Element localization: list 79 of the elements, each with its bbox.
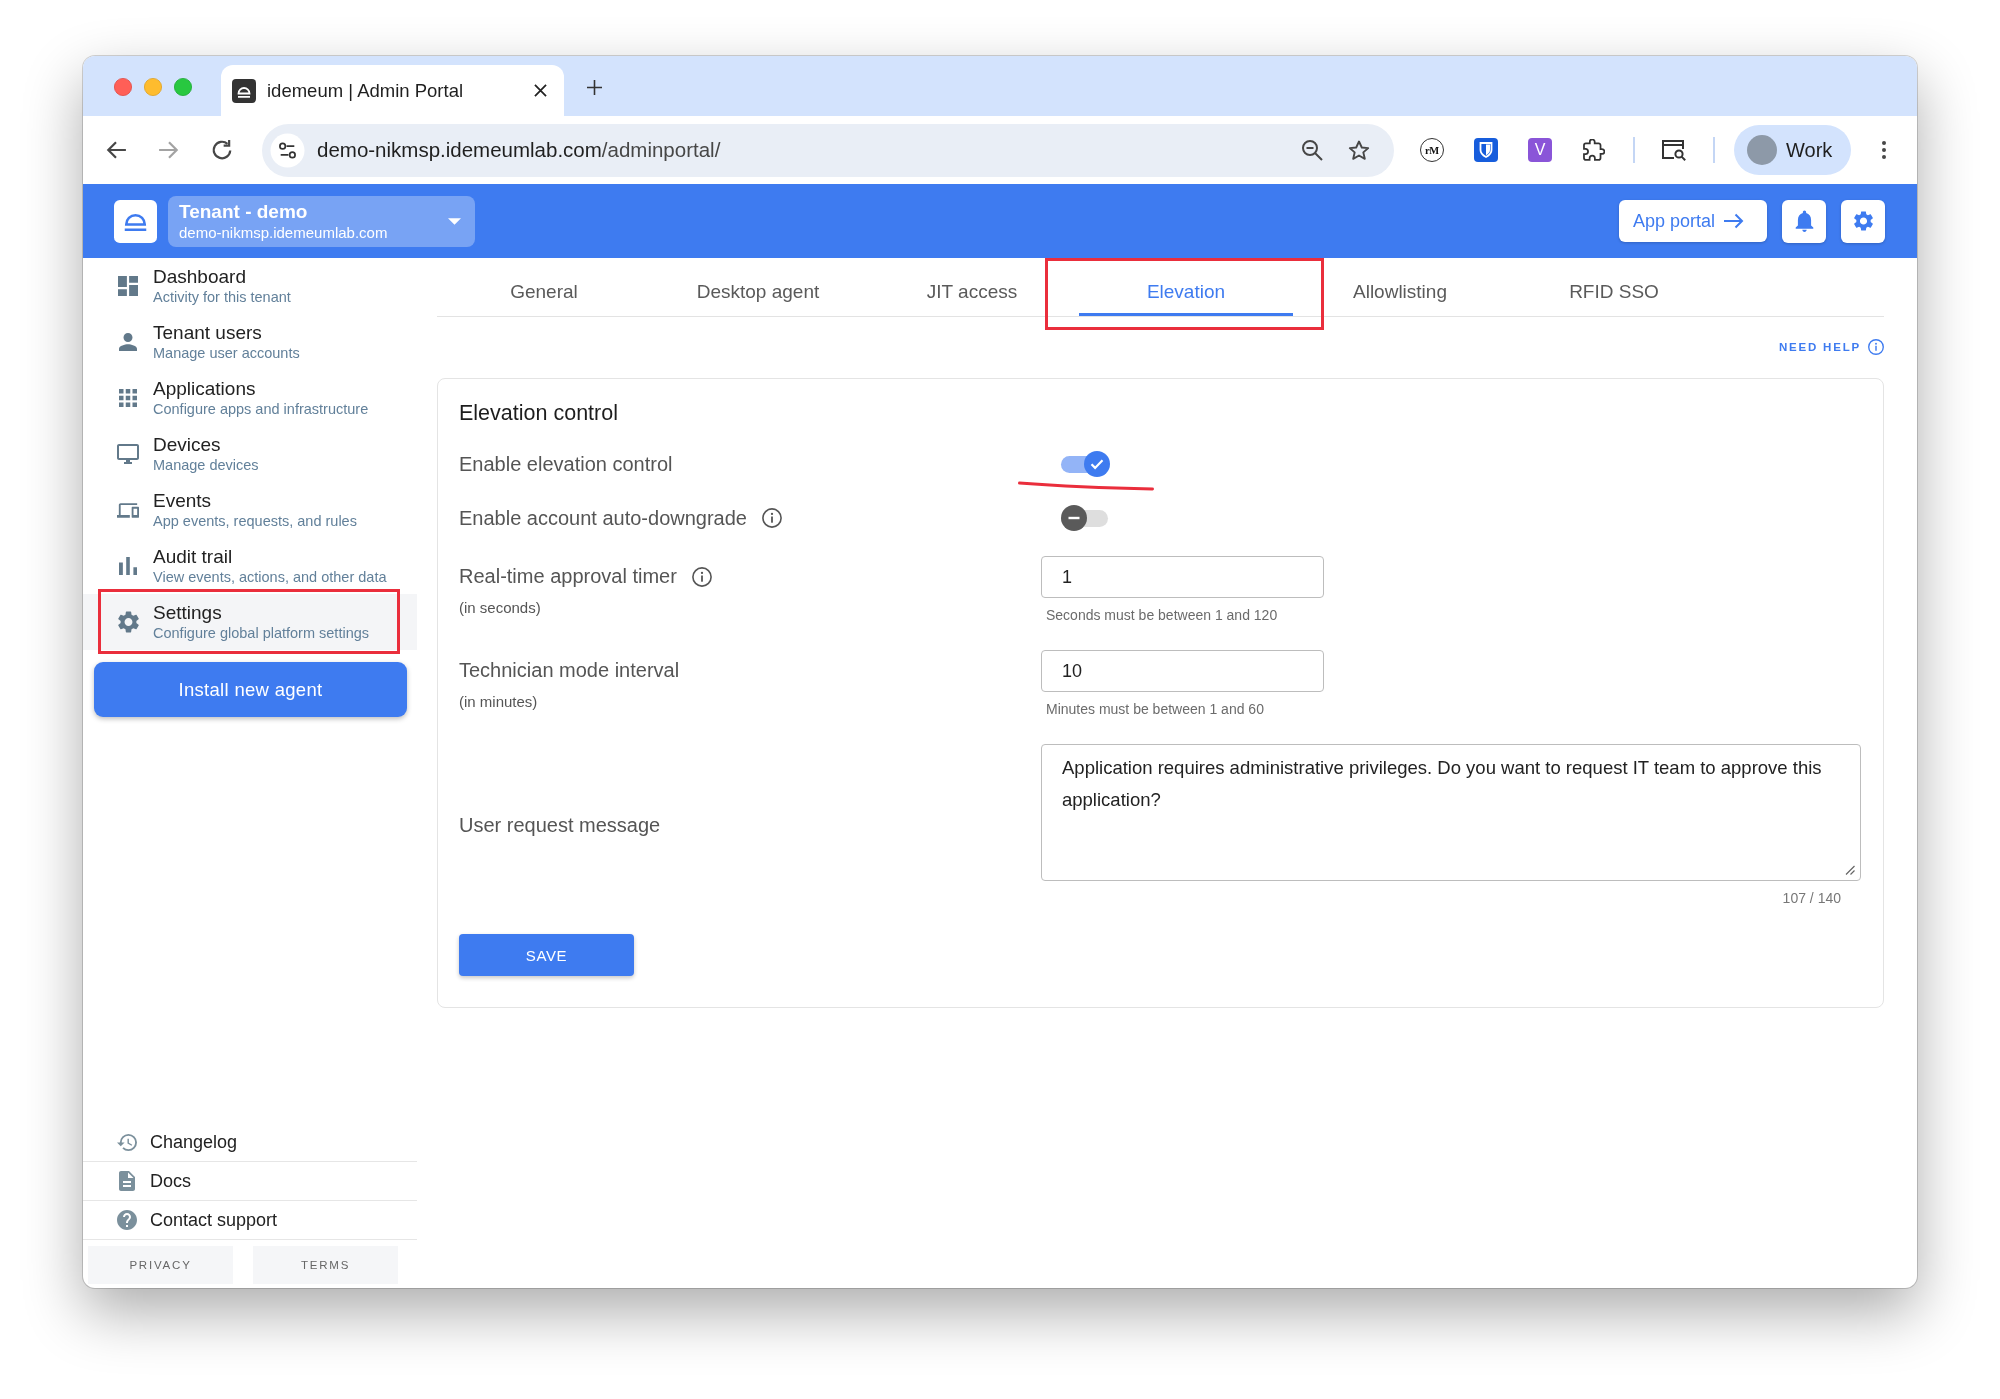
settings-button[interactable] — [1841, 199, 1885, 243]
tab[interactable]: Desktop agent — [651, 268, 865, 316]
sidebar-item[interactable]: Dashboard Activity for this tenant — [83, 258, 417, 314]
monogram-badge[interactable]: V — [1528, 138, 1552, 162]
legal-link[interactable]: TERMS — [253, 1246, 398, 1284]
sidebar-item[interactable]: Devices Manage devices — [83, 426, 417, 482]
message-textarea[interactable]: Application requires administrative privileges. Do you want to request IT team to approve this application? — [1041, 744, 1861, 881]
help-link[interactable]: NEED HELP — [1778, 337, 1884, 357]
sidebar-item[interactable]: Settings Configure global platform settings — [83, 594, 417, 650]
tab[interactable]: JIT access — [865, 268, 1079, 316]
person-icon — [119, 333, 137, 351]
profile-button[interactable]: Work — [1734, 125, 1851, 175]
toggle-switch[interactable] — [1060, 451, 1110, 477]
sidebar-link[interactable]: Contact support — [83, 1201, 417, 1240]
card-title: Elevation control — [459, 400, 619, 427]
info-icon[interactable] — [691, 566, 712, 587]
character-counter: 107 / 140 — [1782, 889, 1841, 907]
caret-icon — [448, 217, 461, 225]
number-input[interactable]: 10 — [1041, 650, 1324, 692]
tune-icon[interactable] — [270, 132, 305, 168]
dome-logo-icon[interactable] — [114, 199, 157, 243]
number-input[interactable]: 1 — [1041, 556, 1324, 598]
settings-icon — [1853, 210, 1873, 232]
shield-icon[interactable] — [1474, 138, 1498, 162]
more-icon[interactable] — [1882, 141, 1886, 159]
devices-icon — [117, 501, 139, 519]
info-icon — [1868, 339, 1884, 355]
browser-tab[interactable]: idemeum | Admin Portal — [221, 65, 564, 116]
sidebar-link[interactable]: Changelog — [83, 1123, 417, 1162]
sidebar-link[interactable]: Docs — [83, 1162, 417, 1201]
legal-link[interactable]: PRIVACY — [88, 1246, 233, 1284]
star-icon[interactable] — [1348, 139, 1370, 161]
window-close-icon[interactable] — [114, 78, 132, 96]
zoom-out-icon[interactable] — [1301, 139, 1323, 161]
tab[interactable]: RFID SSO — [1507, 268, 1721, 316]
setting-label: Real-time approval timer — [459, 565, 677, 588]
history-icon — [117, 1132, 137, 1152]
save-button[interactable]: SAVE — [459, 934, 634, 976]
close-icon[interactable] — [534, 84, 547, 97]
apps-grid-icon — [119, 389, 137, 407]
setting-label: Enable account auto-downgrade — [459, 506, 747, 530]
gear-icon — [117, 611, 139, 633]
setting-label: User request message — [459, 814, 662, 837]
field-hint: Seconds must be between 1 and 120 — [1045, 606, 1278, 624]
document-icon — [119, 1171, 135, 1191]
dashboard-icon — [118, 276, 138, 296]
arrow-right-icon — [1724, 213, 1745, 229]
reload-icon[interactable] — [210, 139, 233, 161]
unit-note: (in seconds) — [459, 598, 541, 618]
help-icon — [117, 1210, 137, 1230]
bar-chart-icon — [119, 557, 137, 575]
info-icon[interactable] — [762, 508, 782, 528]
sidebar-item[interactable]: Applications Configure apps and infrastructure — [83, 370, 417, 426]
tab[interactable]: Elevation — [1079, 268, 1293, 316]
notifications-button[interactable] — [1782, 199, 1826, 243]
check-icon — [1084, 451, 1110, 477]
address-bar[interactable]: demo-nikmsp.idemeumlab.com/adminportal/ — [262, 123, 1394, 177]
avatar-icon — [1747, 135, 1777, 165]
minus-icon — [1061, 505, 1087, 531]
resize-handle-icon[interactable] — [1845, 865, 1855, 875]
unit-note: (in minutes) — [459, 692, 538, 712]
app-portal-button[interactable]: App portal — [1619, 200, 1767, 242]
setting-label: Enable elevation control — [459, 452, 673, 476]
install-agent-button[interactable]: Install new agent — [94, 662, 407, 717]
toggle-switch[interactable] — [1060, 505, 1110, 531]
sidebar-item[interactable]: Audit trail View events, actions, and other data — [83, 538, 417, 594]
puzzle-icon[interactable] — [1583, 139, 1605, 161]
monitor-icon — [117, 443, 139, 465]
back-icon[interactable] — [104, 139, 127, 161]
plus-icon[interactable] — [587, 80, 602, 95]
field-hint: Minutes must be between 1 and 60 — [1045, 700, 1264, 718]
sidebar-item[interactable]: Tenant users Manage user accounts — [83, 314, 417, 370]
setting-label: Technician mode interval — [459, 659, 680, 682]
dome-logo-icon — [232, 78, 256, 103]
sidebar-item[interactable]: Events App events, requests, and rules — [83, 482, 417, 538]
tab[interactable]: General — [437, 268, 651, 316]
bell-icon — [1794, 210, 1814, 232]
tab-search-icon[interactable] — [1661, 139, 1687, 161]
tab[interactable]: Allowlisting — [1293, 268, 1507, 316]
